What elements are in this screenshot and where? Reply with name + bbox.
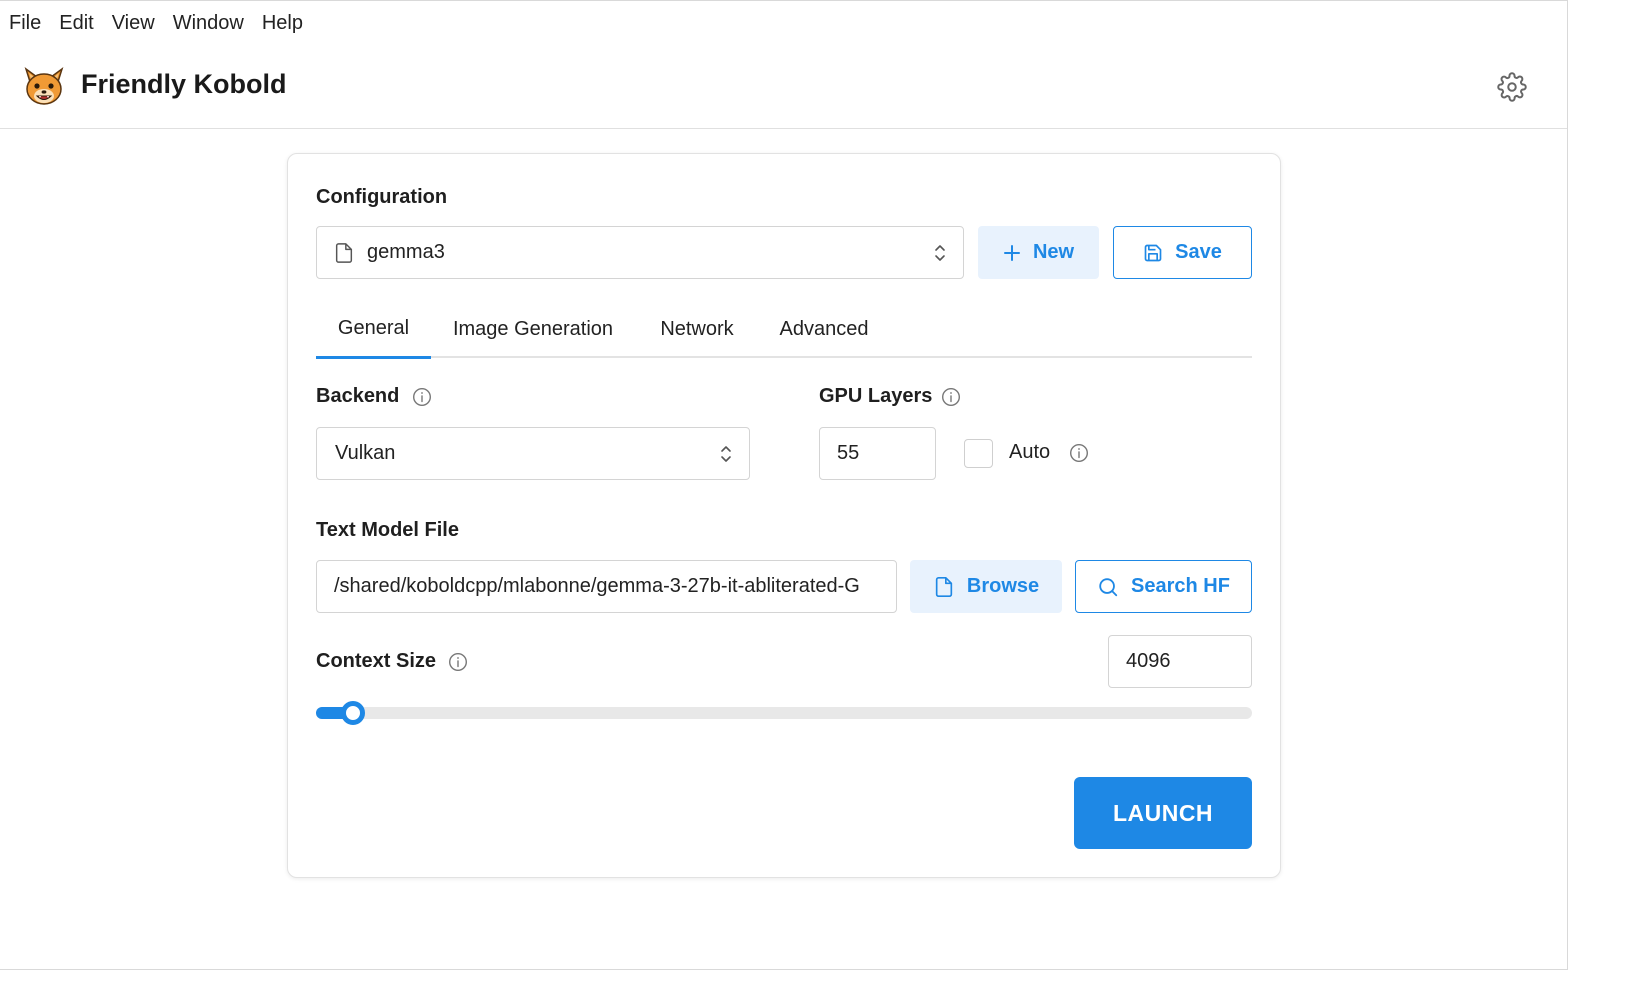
- context-size-input[interactable]: 4096: [1108, 635, 1252, 688]
- backend-value: Vulkan: [335, 442, 396, 464]
- menu-bar: File Edit View Window Help: [0, 1, 1567, 45]
- new-config-button[interactable]: New: [978, 226, 1099, 279]
- kobold-logo-icon: [22, 65, 66, 109]
- settings-button[interactable]: [1494, 69, 1530, 105]
- app-header: Friendly Kobold: [0, 45, 1567, 129]
- context-size-label: Context Size: [316, 650, 437, 672]
- file-icon: [335, 242, 353, 263]
- chevron-up-down-icon: [721, 445, 731, 462]
- model-path-input[interactable]: /shared/koboldcpp/mlabonne/gemma-3-27b-i…: [316, 560, 897, 613]
- floppy-disk-icon: [1144, 244, 1162, 261]
- settings-tabs: General Image Generation Network Advance…: [316, 300, 1252, 359]
- gpu-layers-label: GPU Layers: [819, 385, 933, 407]
- tab-network[interactable]: Network: [646, 300, 748, 358]
- text-model-file-label: Text Model File: [316, 519, 459, 541]
- info-icon[interactable]: [941, 387, 961, 407]
- info-icon[interactable]: [448, 652, 468, 672]
- plus-icon: [1003, 244, 1020, 261]
- gear-icon: [1497, 72, 1527, 102]
- context-size-slider[interactable]: [316, 701, 1252, 725]
- tab-advanced[interactable]: Advanced: [768, 300, 880, 358]
- save-config-button[interactable]: Save: [1113, 226, 1252, 279]
- file-icon: [935, 576, 953, 597]
- launch-config-card: Configuration gemma3 New Save General Im…: [287, 153, 1281, 878]
- browse-label: Browse: [966, 575, 1040, 597]
- new-config-label: New: [1032, 241, 1075, 263]
- app-title: Friendly Kobold: [81, 69, 287, 99]
- app-window: File Edit View Window Help Friendly Kobo…: [0, 0, 1568, 970]
- configuration-label: Configuration: [316, 186, 448, 208]
- chevron-up-down-icon: [935, 244, 945, 261]
- save-config-label: Save: [1175, 241, 1222, 263]
- menu-view[interactable]: View: [112, 12, 155, 35]
- search-hf-button[interactable]: Search HF: [1075, 560, 1252, 613]
- menu-edit[interactable]: Edit: [59, 12, 93, 35]
- launch-button[interactable]: LAUNCH: [1074, 777, 1252, 849]
- info-icon[interactable]: [412, 387, 432, 407]
- configuration-select[interactable]: gemma3: [316, 226, 964, 279]
- auto-gpu-layers-checkbox[interactable]: [964, 439, 993, 468]
- slider-thumb[interactable]: [341, 701, 365, 725]
- auto-label: Auto: [1009, 441, 1051, 463]
- configuration-value: gemma3: [367, 241, 445, 263]
- gpu-layers-input[interactable]: 55: [819, 427, 936, 480]
- info-icon[interactable]: [1069, 443, 1089, 463]
- tab-image-generation[interactable]: Image Generation: [442, 300, 624, 358]
- search-hf-label: Search HF: [1131, 575, 1230, 597]
- search-icon: [1099, 577, 1118, 596]
- backend-select[interactable]: Vulkan: [316, 427, 750, 480]
- menu-help[interactable]: Help: [262, 12, 303, 35]
- browse-button[interactable]: Browse: [910, 560, 1062, 613]
- menu-window[interactable]: Window: [173, 12, 244, 35]
- tab-general[interactable]: General: [316, 300, 431, 359]
- backend-label: Backend: [316, 385, 400, 407]
- menu-file[interactable]: File: [9, 12, 41, 35]
